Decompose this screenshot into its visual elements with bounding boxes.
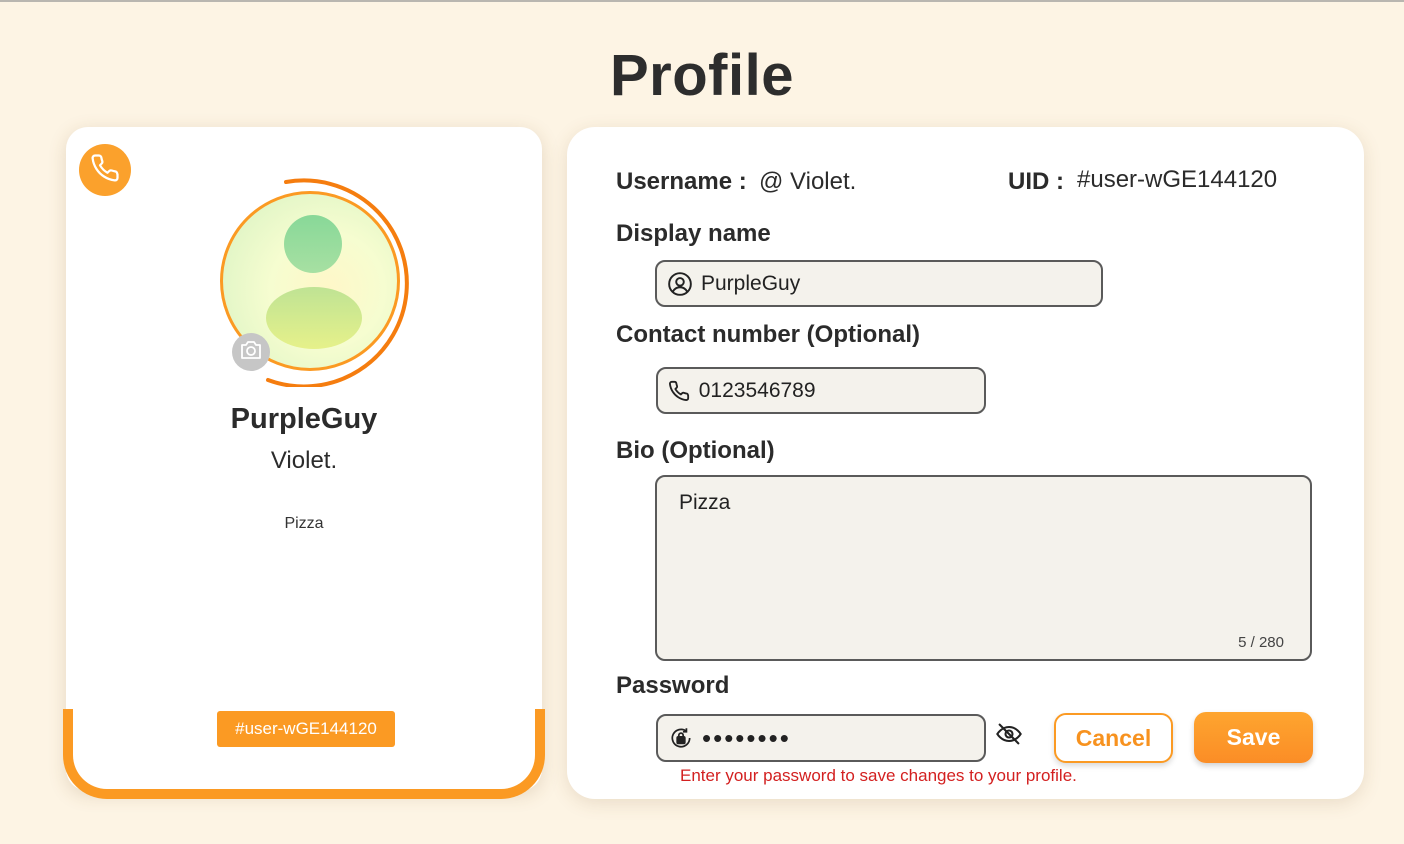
card-username: Violet. (270, 447, 338, 474)
contact-number-input[interactable] (698, 378, 984, 403)
username-label: Username : (616, 168, 747, 195)
profile-edit-form: Username : @ Violet. UID : #user-wGE1441… (567, 127, 1364, 799)
page-title: Profile (610, 43, 794, 108)
bio-char-count: 5 / 280 (1238, 634, 1284, 651)
password-field[interactable] (656, 714, 986, 762)
avatar-head-shape (284, 215, 342, 273)
avatar-body-shape (266, 287, 362, 349)
card-uid-badge: #user-wGE144120 (217, 711, 395, 747)
bio-field[interactable]: Pizza 5 / 280 (655, 475, 1312, 661)
eye-off-icon (993, 720, 1025, 753)
contact-number-label: Contact number (Optional) (616, 321, 920, 348)
avatar (216, 175, 420, 387)
display-name-input[interactable] (701, 271, 1101, 296)
uid-label: UID : (1008, 168, 1064, 195)
phone-badge-button[interactable] (79, 144, 131, 196)
toggle-password-visibility[interactable] (992, 721, 1026, 751)
contact-number-field[interactable] (656, 367, 986, 414)
display-name-label: Display name (616, 220, 771, 247)
username-value: @ Violet. (759, 168, 857, 195)
password-input[interactable] (702, 722, 984, 754)
phone-icon (90, 153, 120, 188)
save-button[interactable]: Save (1194, 712, 1313, 763)
display-name-field[interactable] (655, 260, 1103, 307)
bio-textarea[interactable]: Pizza (679, 491, 1279, 631)
bio-label: Bio (Optional) (616, 437, 775, 464)
change-avatar-button[interactable] (232, 333, 270, 371)
profile-preview-card: PurpleGuy Violet. Pizza #user-wGE144120 (63, 127, 545, 799)
uid-value: #user-wGE144120 (1077, 166, 1278, 193)
cancel-button[interactable]: Cancel (1054, 713, 1173, 763)
user-circle-icon (667, 271, 693, 297)
card-bio: Pizza (284, 515, 324, 532)
lock-icon (668, 725, 694, 751)
password-hint: Enter your password to save changes to y… (680, 766, 1077, 785)
phone-icon (668, 378, 691, 404)
camera-icon (239, 339, 263, 366)
card-display-name: PurpleGuy (230, 403, 378, 435)
password-label: Password (616, 672, 730, 699)
